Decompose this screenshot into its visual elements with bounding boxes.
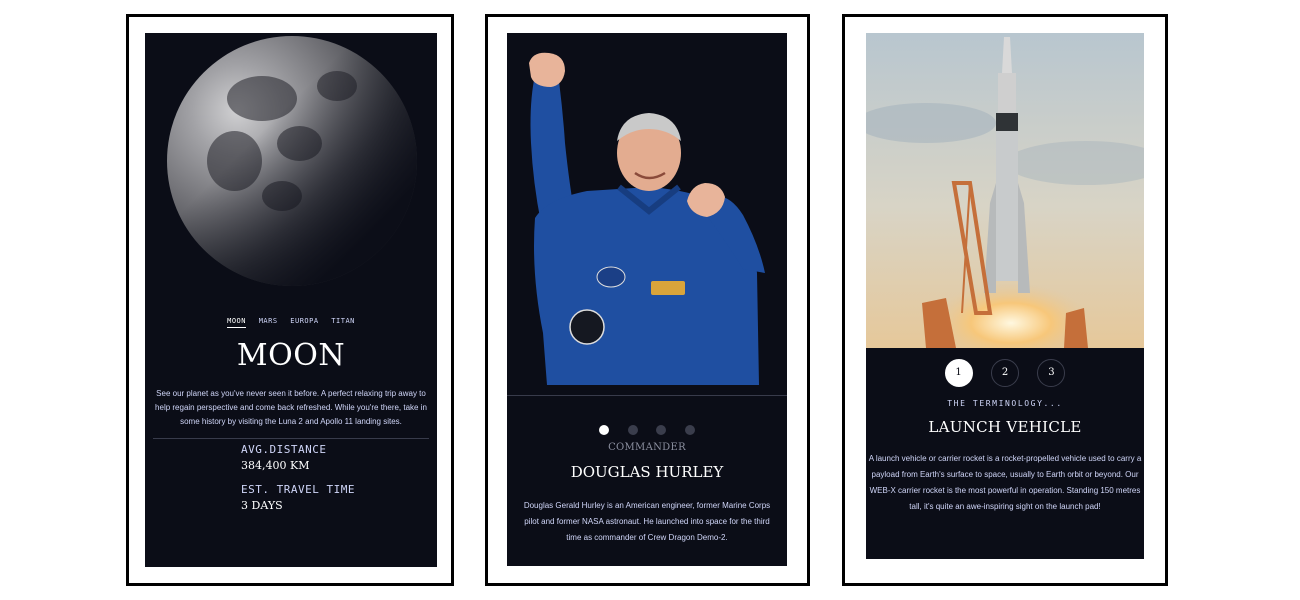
step-2-button[interactable]: 2 bbox=[991, 359, 1019, 387]
tab-titan[interactable]: TITAN bbox=[331, 317, 355, 327]
travel-time-value: 3 DAYS bbox=[241, 499, 283, 512]
tab-mars[interactable]: MARS bbox=[259, 317, 278, 327]
technology-steps: 1 2 3 bbox=[866, 359, 1144, 387]
terminology-label: THE TERMINOLOGY... bbox=[947, 399, 1063, 408]
crew-dot-1[interactable] bbox=[599, 425, 610, 435]
launch-vehicle-photo bbox=[866, 33, 1144, 348]
destination-tabs: MOON MARS EUROPA TITAN bbox=[145, 317, 437, 328]
step-3-button[interactable]: 3 bbox=[1037, 359, 1066, 387]
crew-role: COMMANDER bbox=[608, 442, 686, 453]
technology-screen: 1 2 3 THE TERMINOLOGY... LAUNCH VEHICLE … bbox=[866, 33, 1144, 559]
crew-name: DOUGLAS HURLEY bbox=[570, 463, 724, 481]
destination-screen: MOON MARS EUROPA TITAN MOON See our plan… bbox=[145, 33, 437, 567]
divider bbox=[507, 395, 787, 396]
crew-dot-3[interactable] bbox=[656, 425, 667, 435]
moon-image bbox=[145, 33, 437, 303]
tab-europa[interactable]: EUROPA bbox=[290, 317, 318, 327]
destination-description: See our planet as you've never seen it b… bbox=[155, 389, 427, 426]
avg-distance-label: AVG.DISTANCE bbox=[241, 443, 327, 456]
step-1-button[interactable]: 1 bbox=[944, 359, 973, 387]
divider bbox=[153, 438, 429, 439]
technology-title: LAUNCH VEHICLE bbox=[928, 418, 1082, 436]
destination-title: MOON bbox=[236, 338, 346, 373]
crew-pagination bbox=[507, 422, 787, 440]
crew-dot-2[interactable] bbox=[627, 425, 638, 435]
crew-screen: COMMANDER DOUGLAS HURLEY Douglas Gerald … bbox=[507, 33, 787, 566]
avg-distance-value: 384,400 KM bbox=[241, 459, 310, 472]
crew-bio: Douglas Gerald Hurley is an American eng… bbox=[523, 501, 771, 542]
crew-dot-4[interactable] bbox=[684, 425, 695, 435]
tab-moon[interactable]: MOON bbox=[227, 317, 246, 328]
crew-member-photo bbox=[529, 52, 765, 385]
travel-time-label: EST. TRAVEL TIME bbox=[241, 483, 355, 496]
technology-description: A launch vehicle or carrier rocket is a … bbox=[868, 454, 1142, 511]
